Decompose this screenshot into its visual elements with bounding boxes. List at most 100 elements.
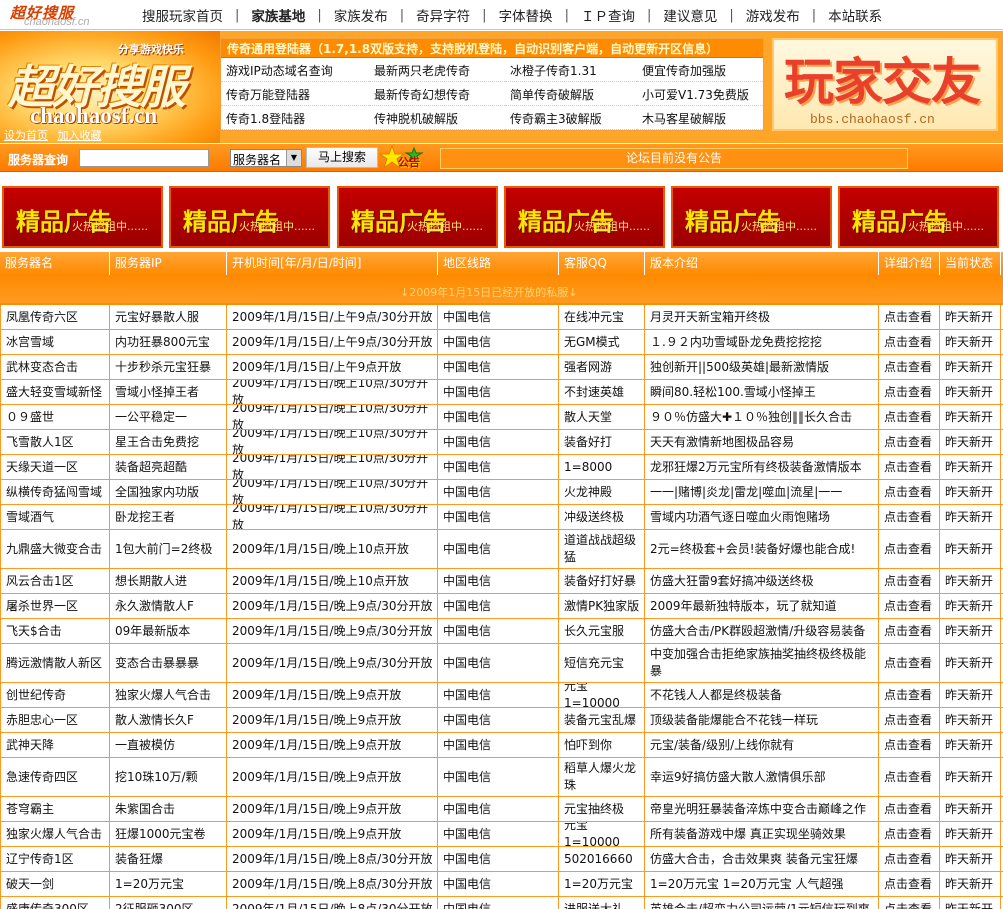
cell-detail[interactable]: 点击查看: [879, 480, 940, 504]
ad-subtitle: 火热招租中......: [239, 220, 315, 233]
cell-name[interactable]: 腾远激情散人新区: [0, 644, 110, 682]
cell-detail[interactable]: 点击查看: [879, 569, 940, 593]
cell-detail[interactable]: 点击查看: [879, 619, 940, 643]
download-link[interactable]: 最新传奇幻想传奇: [369, 82, 505, 106]
cell-detail[interactable]: 点击查看: [879, 644, 940, 682]
cell-detail[interactable]: 点击查看: [879, 594, 940, 618]
cell-qq: 1=8000: [559, 455, 645, 479]
cell-detail[interactable]: 点击查看: [879, 822, 940, 846]
ad-slot[interactable]: 精品广告 火热招租中......: [671, 186, 832, 248]
cell-name[interactable]: 屠杀世界一区: [0, 594, 110, 618]
search-input[interactable]: [79, 149, 209, 167]
cell-name[interactable]: 飞雪散人1区: [0, 430, 110, 454]
cell-name[interactable]: 风云合击1区: [0, 569, 110, 593]
cell-qq: 长久元宝服: [559, 619, 645, 643]
ad-slot[interactable]: 精品广告 火热招租中......: [504, 186, 665, 248]
cell-detail[interactable]: 点击查看: [879, 530, 940, 568]
cell-name[interactable]: 苍穹霸主: [0, 797, 110, 821]
download-link[interactable]: 木马客星破解版: [637, 106, 763, 130]
cell-name[interactable]: 急速传奇四区: [0, 758, 110, 796]
cell-name[interactable]: 创世纪传奇: [0, 683, 110, 707]
nav-item-0[interactable]: 搜服玩家首页: [130, 5, 235, 25]
cell-name[interactable]: 独家火爆人气合击: [0, 822, 110, 846]
cell-detail[interactable]: 点击查看: [879, 897, 940, 909]
download-link[interactable]: 传奇万能登陆器: [221, 82, 369, 106]
table-row: 冰宫雪域 内功狂暴800元宝 2009年/1月/15日/上午9点/30分开放 中国电信…: [0, 330, 1003, 355]
cell-name[interactable]: 冰宫雪域: [0, 330, 110, 354]
search-button[interactable]: 马上搜索: [306, 147, 378, 168]
cell-detail[interactable]: 点击查看: [879, 355, 940, 379]
cell-time: 2009年/1月/15日/晚上10点/30分开放: [227, 455, 438, 479]
add-favorite-link[interactable]: 加入收藏: [58, 129, 102, 142]
cell-name[interactable]: 武神天降: [0, 733, 110, 757]
download-link[interactable]: 传奇霸主3破解版: [505, 106, 637, 130]
cell-intro: 顶级装备能爆能合不花钱一样玩: [645, 708, 879, 732]
cell-line: 中国电信: [438, 797, 559, 821]
nav-item-4[interactable]: 字体替换: [487, 5, 565, 25]
cell-name[interactable]: 盛大轻变雪域新怪: [0, 380, 110, 404]
nav-item-1[interactable]: 家族基地: [239, 5, 317, 25]
cell-detail[interactable]: 点击查看: [879, 305, 940, 329]
cell-detail[interactable]: 点击查看: [879, 683, 940, 707]
site-logo[interactable]: 分享游戏快乐 超好搜服 chaohaosf.cn 设为首页 加入收藏: [0, 31, 220, 143]
cell-name[interactable]: 赤胆忠心一区: [0, 708, 110, 732]
search-type-select[interactable]: 服务器名 ▼: [230, 149, 302, 167]
cell-name[interactable]: 辽宁传奇1区: [0, 847, 110, 871]
cell-detail[interactable]: 点击查看: [879, 430, 940, 454]
cell-detail[interactable]: 点击查看: [879, 797, 940, 821]
cell-detail[interactable]: 点击查看: [879, 405, 940, 429]
cell-name[interactable]: 武林变态合击: [0, 355, 110, 379]
ad-subtitle: 火热招租中......: [741, 220, 817, 233]
cell-detail[interactable]: 点击查看: [879, 330, 940, 354]
download-link[interactable]: 便宜传奇加强版: [637, 58, 763, 82]
ad-slot[interactable]: 精品广告 火热招租中......: [169, 186, 330, 248]
download-link[interactable]: 冰橙子传奇1.31: [505, 58, 637, 82]
nav-item-3[interactable]: 奇异字符: [404, 5, 482, 25]
cell-detail[interactable]: 点击查看: [879, 847, 940, 871]
cell-line: 中国电信: [438, 430, 559, 454]
nav-item-5[interactable]: ＩＰ查询: [569, 5, 647, 25]
cell-detail[interactable]: 点击查看: [879, 758, 940, 796]
cell-name[interactable]: 纵横传奇猛闯雪域: [0, 480, 110, 504]
cell-name[interactable]: 凤凰传奇六区: [0, 305, 110, 329]
cell-name[interactable]: 飞天$合击: [0, 619, 110, 643]
nav-item-7[interactable]: 游戏发布: [734, 5, 812, 25]
cell-detail[interactable]: 点击查看: [879, 505, 940, 529]
cell-detail[interactable]: 点击查看: [879, 380, 940, 404]
download-link[interactable]: 小可爱V1.73免费版: [637, 82, 763, 106]
nav-item-2[interactable]: 家族发布: [322, 5, 400, 25]
cell-name[interactable]: 雪域酒气: [0, 505, 110, 529]
download-link[interactable]: 传神脱机破解版: [369, 106, 505, 130]
cell-line: 中国电信: [438, 480, 559, 504]
link-panel-banner[interactable]: 传奇通用登陆器（1.7,1.8双版支持，支持脱机登陆，自动识别客户端，自动更新开…: [221, 39, 763, 58]
cell-detail[interactable]: 点击查看: [879, 708, 940, 732]
ad-slot[interactable]: 精品广告 火热招租中......: [838, 186, 999, 248]
cell-name[interactable]: 盛唐传奇300区: [0, 897, 110, 909]
cell-name[interactable]: 破天一剑: [0, 872, 110, 896]
ad-slot[interactable]: 精品广告 火热招租中......: [2, 186, 163, 248]
site-mini-logo[interactable]: 超好搜服 chaohaosf.cn: [10, 2, 110, 28]
cell-ip: 元宝好暴散人服: [110, 305, 227, 329]
cell-detail[interactable]: 点击查看: [879, 733, 940, 757]
download-link[interactable]: 游戏IP动态域名查询: [221, 58, 369, 82]
download-link[interactable]: 简单传奇破解版: [505, 82, 637, 106]
column-header: 版本介绍: [645, 252, 879, 275]
table-row: 辽宁传奇1区 装备狂爆 2009年/1月/15日/晚上8点/30分开放 中国电信 502…: [0, 847, 1003, 872]
ad-slot[interactable]: 精品广告 火热招租中......: [337, 186, 498, 248]
cell-name[interactable]: 天缘天道一区: [0, 455, 110, 479]
cell-intro: 独创新开||500级英雄|最新激情版: [645, 355, 879, 379]
cell-ip: 散人激情长久F: [110, 708, 227, 732]
set-homepage-link[interactable]: 设为首页: [4, 129, 48, 142]
cell-name[interactable]: ０９盛世: [0, 405, 110, 429]
cell-detail[interactable]: 点击查看: [879, 455, 940, 479]
player-friends-banner[interactable]: 玩家交友 bbs.chaohaosf.cn: [772, 38, 998, 131]
download-link[interactable]: 传奇1.8登陆器: [221, 106, 369, 130]
cell-detail[interactable]: 点击查看: [879, 872, 940, 896]
nav-item-6[interactable]: 建议意见: [651, 5, 729, 25]
table-row: 苍穹霸主 朱紫国合击 2009年/1月/15日/晚上9点开放 中国电信 元宝抽终极 帝皇光…: [0, 797, 1003, 822]
nav-item-8[interactable]: 本站联系: [816, 5, 894, 25]
cell-time: 2009年/1月/15日/晚上10点/30分开放: [227, 430, 438, 454]
table-row: 雪域酒气 卧龙挖王者 2009年/1月/15日/晚上10点/30分开放 中国电信 冲级送…: [0, 505, 1003, 530]
cell-name[interactable]: 九鼎盛大微变合击: [0, 530, 110, 568]
download-link[interactable]: 最新两只老虎传奇: [369, 58, 505, 82]
